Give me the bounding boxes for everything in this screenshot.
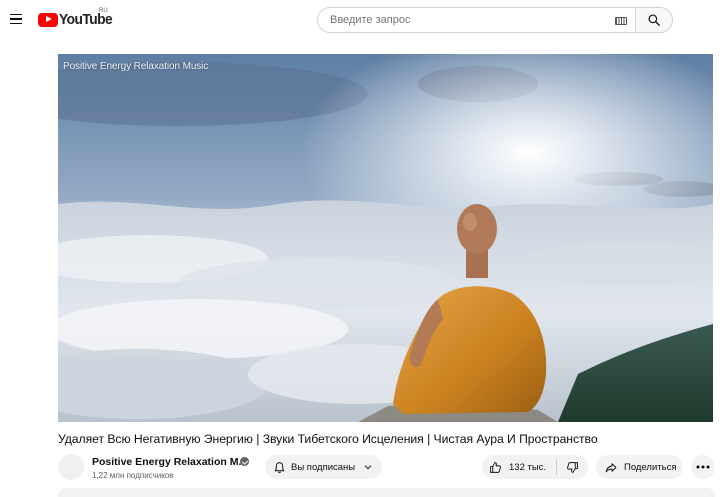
share-label: Поделиться — [624, 461, 677, 473]
search-button[interactable] — [635, 7, 673, 33]
share-button[interactable]: Поделиться — [596, 455, 683, 479]
verified-check-icon — [240, 457, 249, 466]
youtube-play-icon — [38, 12, 58, 27]
description-box[interactable] — [58, 488, 715, 497]
thumbs-down-icon — [566, 461, 579, 474]
like-dislike-group: 132 тыс. — [482, 455, 588, 479]
subscriber-count: 1,22 млн подписчиков — [92, 471, 174, 480]
search-bar — [317, 7, 673, 33]
video-player[interactable]: Positive Energy Relaxation Music — [58, 54, 713, 422]
channel-name[interactable]: Positive Energy Relaxation M... — [92, 456, 247, 468]
search-input[interactable] — [330, 14, 630, 26]
video-title: Удаляет Всю Негативную Энергию | Звуки Т… — [58, 432, 598, 446]
dislike-button[interactable] — [557, 455, 588, 479]
like-count: 132 тыс. — [509, 461, 547, 473]
keyboard-icon[interactable] — [615, 17, 627, 25]
bell-icon — [273, 461, 286, 474]
chevron-down-icon — [363, 462, 373, 472]
channel-avatar[interactable] — [58, 454, 84, 480]
more-horizontal-icon — [696, 465, 710, 469]
region-code: RU — [99, 8, 108, 14]
video-watermark: Positive Energy Relaxation Music — [63, 61, 209, 72]
search-field[interactable] — [317, 7, 635, 33]
search-icon — [647, 13, 661, 27]
more-actions-button[interactable] — [691, 455, 715, 479]
subscribed-label: Вы подписаны — [291, 461, 356, 473]
video-frame-image — [58, 54, 713, 422]
like-button[interactable]: 132 тыс. — [482, 455, 556, 479]
masthead: YouTube RU — [0, 0, 725, 40]
hamburger-icon[interactable] — [6, 9, 26, 29]
share-icon — [604, 461, 618, 474]
subscribed-button[interactable]: Вы подписаны — [265, 455, 382, 479]
thumbs-up-icon — [489, 461, 502, 474]
